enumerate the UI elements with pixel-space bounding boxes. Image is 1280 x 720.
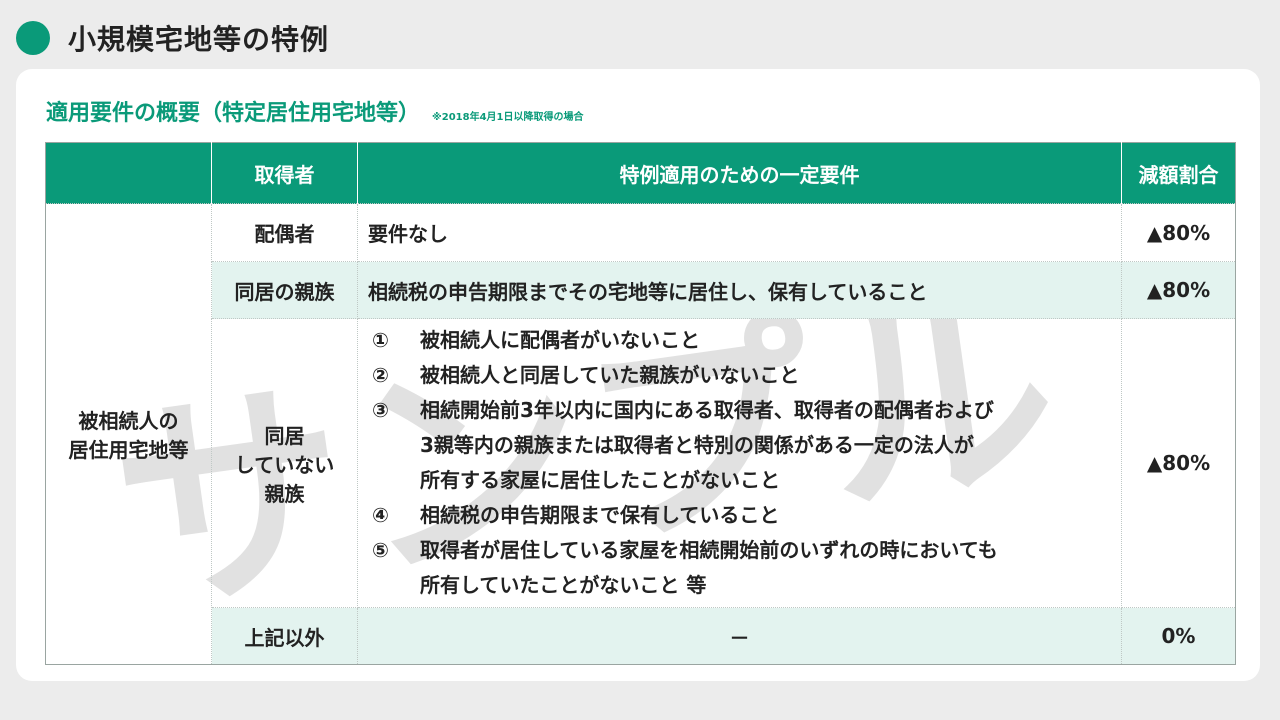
list-number: ② — [372, 363, 389, 387]
category-line: 居住用宅地等 — [68, 438, 189, 462]
category-line: 被相続人の — [78, 409, 179, 433]
acquirer-line: 同居 — [264, 423, 305, 448]
header-bullet-icon — [16, 21, 50, 55]
header-rate: 減額割合 — [1121, 142, 1236, 204]
section-subtitle: 適用要件の概要（特定居住用宅地等） ※2018年4月1日以降取得の場合 — [46, 95, 584, 127]
header-requirement: 特例適用のための一定要件 — [357, 142, 1122, 204]
subtitle-note: ※2018年4月1日以降取得の場合 — [432, 112, 584, 123]
list-text: 相続税の申告期限まで保有していること — [420, 503, 780, 527]
list-item: ⑤ 取得者が居住している家屋を相続開始前のいずれの時においても 所有していたこと… — [372, 533, 1121, 603]
list-text: 相続開始前3年以内に国内にある取得者、取得者の配偶者および 3親等内の親族または… — [420, 393, 1121, 498]
list-item: ③ 相続開始前3年以内に国内にある取得者、取得者の配偶者および 3親等内の親族ま… — [372, 393, 1121, 498]
list-text-line: 3親等内の親族または取得者と特別の関係がある一定の法人が — [420, 433, 974, 457]
subtitle-text: 適用要件の概要（特定居住用宅地等） — [46, 101, 421, 126]
rate-cell: 0% — [1121, 607, 1236, 665]
table-row: 被相続人の 居住用宅地等 配偶者 要件なし ▲80% — [45, 203, 1236, 665]
list-text: 被相続人に配偶者がいないこと — [420, 328, 700, 352]
list-number: ⑤ — [372, 538, 389, 562]
requirement-cell: ① 被相続人に配偶者がいないこと ② 被相続人と同居していた親族がいないこと ③… — [357, 318, 1122, 608]
requirement-cell: 要件なし — [357, 203, 1122, 262]
table-row: 上記以外 － 0% — [46, 607, 1236, 665]
list-number: ④ — [372, 503, 389, 527]
list-text-line: 所有する家屋に居住したことがないこと — [420, 468, 780, 492]
rate-cell: ▲80% — [1121, 203, 1236, 262]
page-header: 小規模宅地等の特例 — [16, 18, 329, 58]
table-header-row: 取得者 特例適用のための一定要件 減額割合 — [45, 142, 1236, 204]
rate-cell: ▲80% — [1121, 261, 1236, 319]
acquirer-cell: 上記以外 — [211, 607, 358, 665]
list-number: ③ — [372, 398, 389, 422]
acquirer-cell: 同居の親族 — [211, 261, 358, 319]
content-card: サンプル 適用要件の概要（特定居住用宅地等） ※2018年4月1日以降取得の場合… — [16, 69, 1260, 681]
list-text-line: 相続開始前3年以内に国内にある取得者、取得者の配偶者および — [420, 398, 994, 422]
list-text: 取得者が居住している家屋を相続開始前のいずれの時においても 所有していたことがな… — [420, 533, 1121, 603]
page-title: 小規模宅地等の特例 — [68, 23, 330, 56]
acquirer-line: 親族 — [264, 481, 305, 506]
category-cell: 被相続人の 居住用宅地等 — [45, 203, 212, 665]
list-text: 被相続人と同居していた親族がいないこと — [420, 363, 800, 387]
table-row: 同居 していない 親族 ① 被相続人に配偶者がいないこと ② 被相続人と同居して… — [46, 318, 1236, 608]
requirement-cell: － — [357, 607, 1122, 665]
table-row: 同居の親族 相続税の申告期限までその宅地等に居住し、保有していること ▲80% — [46, 261, 1236, 319]
acquirer-cell: 同居 していない 親族 — [211, 318, 358, 608]
list-item: ② 被相続人と同居していた親族がいないこと — [372, 358, 1121, 393]
header-category — [45, 142, 212, 204]
list-text-line: 所有していたことがないこと 等 — [420, 573, 707, 597]
list-item: ④ 相続税の申告期限まで保有していること — [372, 498, 1121, 533]
requirements-table: 取得者 特例適用のための一定要件 減額割合 被相続人の 居住用宅地等 配偶者 要… — [45, 142, 1236, 665]
requirement-cell: 相続税の申告期限までその宅地等に居住し、保有していること — [357, 261, 1122, 319]
acquirer-line: していない — [234, 452, 335, 477]
list-text-line: 取得者が居住している家屋を相続開始前のいずれの時においても — [420, 538, 998, 562]
acquirer-cell: 配偶者 — [211, 203, 358, 262]
requirement-list: ① 被相続人に配偶者がいないこと ② 被相続人と同居していた親族がいないこと ③… — [358, 319, 1121, 607]
header-acquirer: 取得者 — [211, 142, 358, 204]
list-item: ① 被相続人に配偶者がいないこと — [372, 323, 1121, 358]
rate-cell: ▲80% — [1121, 318, 1236, 608]
list-number: ① — [372, 328, 389, 352]
